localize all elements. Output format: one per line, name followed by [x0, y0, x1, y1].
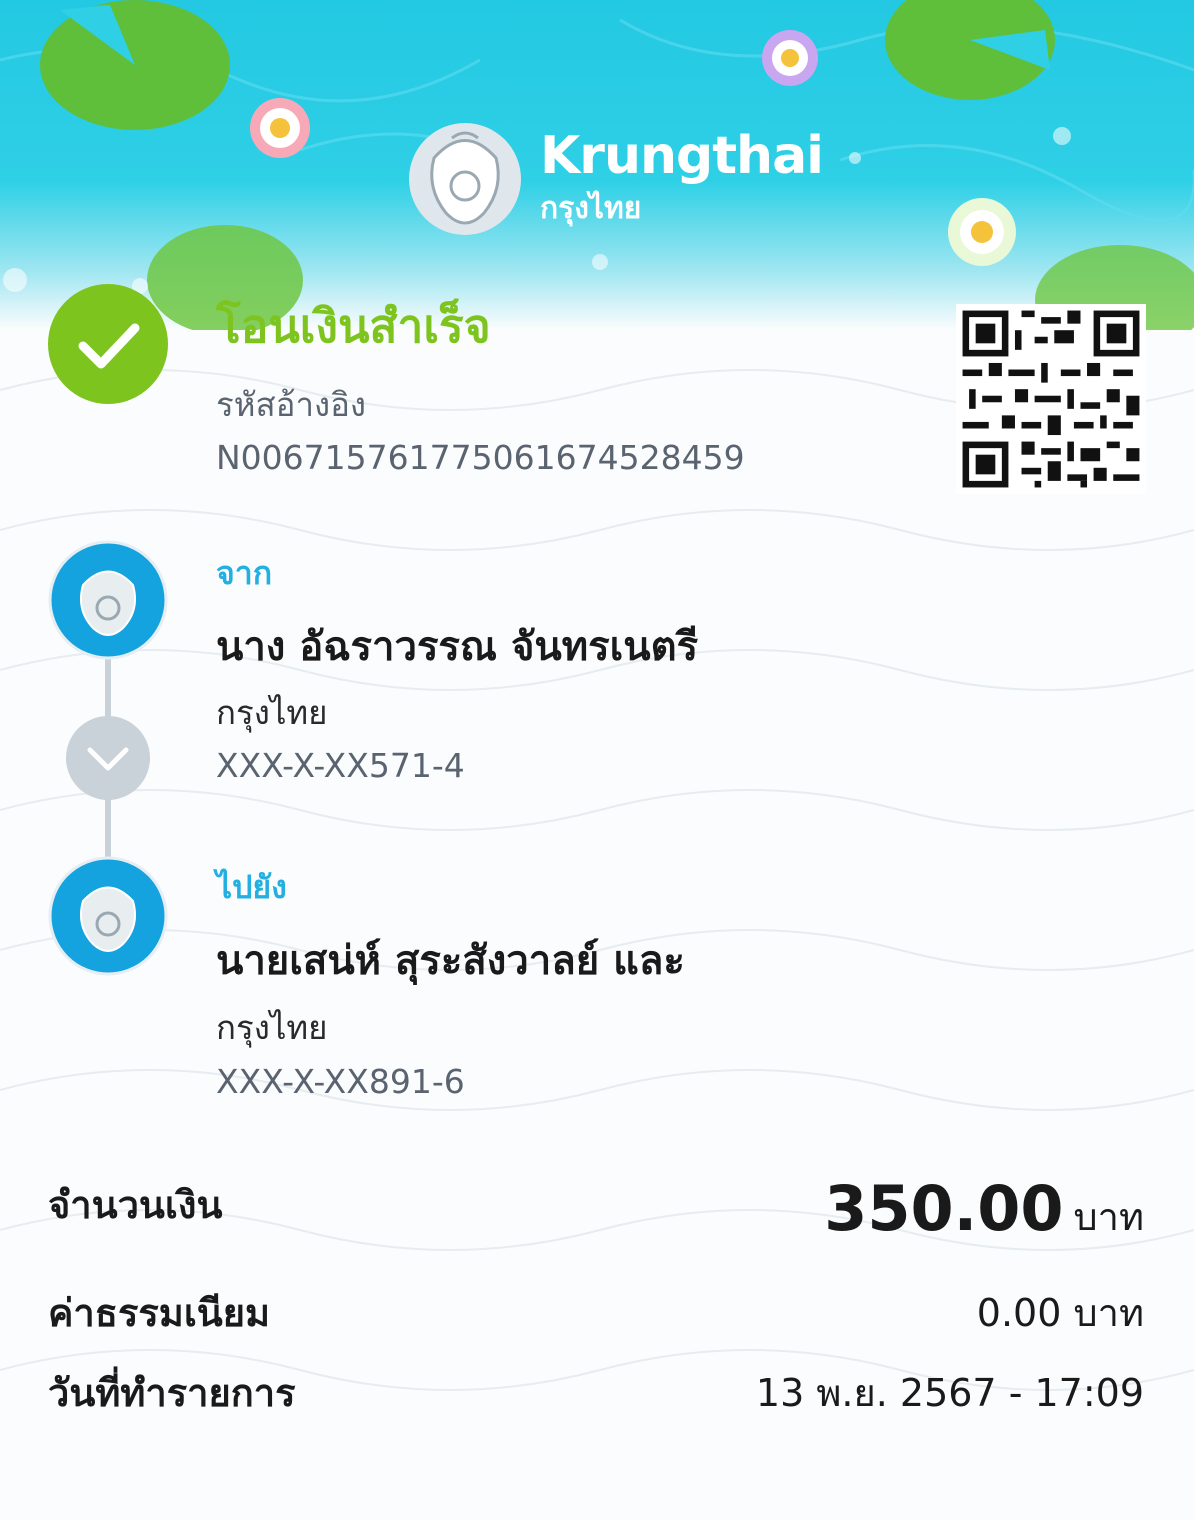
- sender-name: นาง อัฉราวรรณ จันทรเนตรี: [216, 624, 699, 670]
- check-circle-icon: [48, 284, 168, 404]
- receiver-label: ไปยัง: [216, 868, 287, 906]
- date-label: วันที่ทำรายการ: [48, 1371, 296, 1415]
- reference-label: รหัสอ้างอิง: [216, 385, 367, 424]
- krungthai-bird-logo-icon: [409, 123, 521, 235]
- lotus-flower-icon: [762, 30, 818, 86]
- chevron-down-icon: [66, 716, 150, 800]
- receiver-name: นายเสน่ห์ สุระสังวาลย์ และ: [216, 938, 685, 984]
- receiver-account: XXX-X-XX891-6: [216, 1062, 465, 1101]
- amount-number: 350.00: [824, 1172, 1064, 1245]
- sender-label: จาก: [216, 554, 273, 592]
- transfer-slip: Krungthai กรุงไทย โอนเงินสำเร็จ รหัสอ้าง…: [0, 0, 1194, 1520]
- date-value: 13 พ.ย. 2567 - 17:09: [755, 1371, 1144, 1415]
- brand-name-en: Krungthai: [540, 126, 824, 186]
- amount-label: จำนวนเงิน: [48, 1183, 223, 1227]
- receiver-bank-logo-icon: [48, 856, 168, 976]
- sender-account: XXX-X-XX571-4: [216, 746, 465, 785]
- fee-label: ค่าธรรมเนียม: [48, 1291, 271, 1335]
- qr-code-icon: [956, 304, 1146, 494]
- qr-code[interactable]: [956, 304, 1146, 494]
- brand-logo: Krungthai กรุงไทย: [540, 126, 824, 226]
- success-title: โอนเงินสำเร็จ: [216, 299, 491, 353]
- amount-value: 350.00 บาท: [824, 1172, 1144, 1247]
- lotus-flower-icon: [948, 198, 1016, 266]
- brand-name-th: กรุงไทย: [540, 191, 642, 226]
- sender-bank: กรุงไทย: [216, 693, 328, 732]
- amount-unit: บาท: [1073, 1195, 1144, 1239]
- lotus-flower-icon: [250, 98, 310, 158]
- receiver-bank: กรุงไทย: [216, 1008, 328, 1047]
- lily-pad-icon: [40, 0, 230, 130]
- fee-value: 0.00 บาท: [976, 1291, 1144, 1335]
- sender-bank-logo-icon: [48, 540, 168, 660]
- lily-pad-icon: [885, 0, 1055, 100]
- reference-number: N006715761775061674528459: [216, 438, 745, 477]
